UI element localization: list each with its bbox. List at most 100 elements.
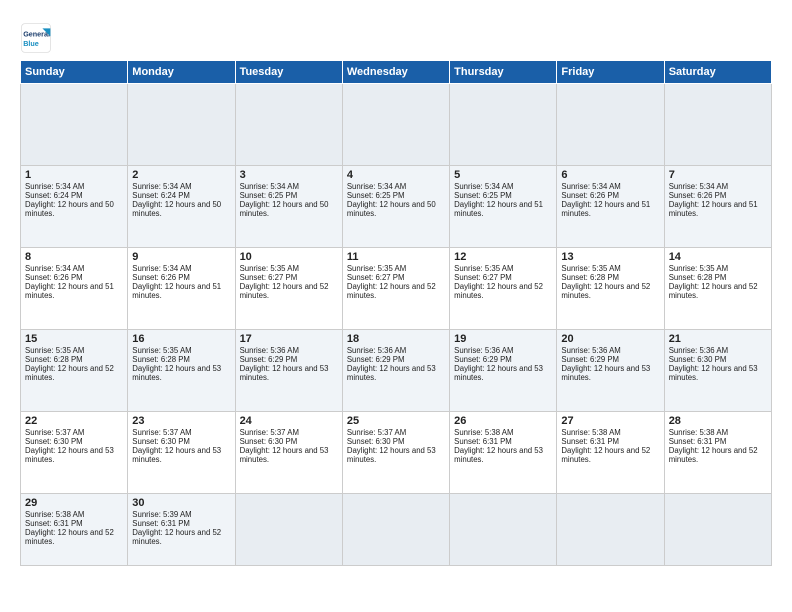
calendar-cell (235, 494, 342, 566)
sunset-text: Sunset: 6:31 PM (454, 437, 552, 446)
sunrise-text: Sunrise: 5:37 AM (347, 428, 445, 437)
sunrise-text: Sunrise: 5:36 AM (454, 346, 552, 355)
calendar-cell: 3Sunrise: 5:34 AMSunset: 6:25 PMDaylight… (235, 166, 342, 248)
sunrise-text: Sunrise: 5:35 AM (454, 264, 552, 273)
daylight-text: Daylight: 12 hours and 53 minutes. (454, 364, 552, 382)
daylight-text: Daylight: 12 hours and 53 minutes. (25, 446, 123, 464)
day-number: 17 (240, 333, 338, 345)
day-number: 21 (669, 333, 767, 345)
day-number: 19 (454, 333, 552, 345)
day-number: 23 (132, 415, 230, 427)
sunrise-text: Sunrise: 5:36 AM (240, 346, 338, 355)
calendar-cell: 22Sunrise: 5:37 AMSunset: 6:30 PMDayligh… (21, 412, 128, 494)
daylight-text: Daylight: 12 hours and 51 minutes. (669, 200, 767, 218)
calendar-cell: 1Sunrise: 5:34 AMSunset: 6:24 PMDaylight… (21, 166, 128, 248)
daylight-text: Daylight: 12 hours and 53 minutes. (347, 446, 445, 464)
daylight-text: Daylight: 12 hours and 53 minutes. (240, 446, 338, 464)
calendar-cell: 19Sunrise: 5:36 AMSunset: 6:29 PMDayligh… (450, 330, 557, 412)
daylight-text: Daylight: 12 hours and 52 minutes. (454, 282, 552, 300)
daylight-text: Daylight: 12 hours and 50 minutes. (347, 200, 445, 218)
calendar-cell (128, 84, 235, 166)
day-number: 1 (25, 169, 123, 181)
calendar-cell: 17Sunrise: 5:36 AMSunset: 6:29 PMDayligh… (235, 330, 342, 412)
day-number: 8 (25, 251, 123, 263)
sunrise-text: Sunrise: 5:35 AM (669, 264, 767, 273)
day-number: 16 (132, 333, 230, 345)
calendar-cell: 26Sunrise: 5:38 AMSunset: 6:31 PMDayligh… (450, 412, 557, 494)
calendar-cell (450, 494, 557, 566)
calendar-cell (557, 84, 664, 166)
day-number: 9 (132, 251, 230, 263)
sunset-text: Sunset: 6:26 PM (25, 273, 123, 282)
day-number: 4 (347, 169, 445, 181)
sunrise-text: Sunrise: 5:38 AM (454, 428, 552, 437)
calendar-cell (342, 494, 449, 566)
calendar-header-thursday: Thursday (450, 61, 557, 84)
daylight-text: Daylight: 12 hours and 52 minutes. (240, 282, 338, 300)
calendar-row-4: 22Sunrise: 5:37 AMSunset: 6:30 PMDayligh… (21, 412, 772, 494)
sunset-text: Sunset: 6:30 PM (132, 437, 230, 446)
daylight-text: Daylight: 12 hours and 51 minutes. (454, 200, 552, 218)
sunrise-text: Sunrise: 5:36 AM (669, 346, 767, 355)
sunrise-text: Sunrise: 5:39 AM (132, 510, 230, 519)
calendar-header-wednesday: Wednesday (342, 61, 449, 84)
sunrise-text: Sunrise: 5:34 AM (240, 182, 338, 191)
sunrise-text: Sunrise: 5:34 AM (347, 182, 445, 191)
sunrise-text: Sunrise: 5:34 AM (561, 182, 659, 191)
day-number: 25 (347, 415, 445, 427)
calendar-cell: 7Sunrise: 5:34 AMSunset: 6:26 PMDaylight… (664, 166, 771, 248)
calendar-cell: 9Sunrise: 5:34 AMSunset: 6:26 PMDaylight… (128, 248, 235, 330)
sunset-text: Sunset: 6:31 PM (132, 519, 230, 528)
page: General Blue SundayMondayTuesdayWednesda… (0, 0, 792, 612)
calendar-table: SundayMondayTuesdayWednesdayThursdayFrid… (20, 60, 772, 566)
daylight-text: Daylight: 12 hours and 50 minutes. (240, 200, 338, 218)
sunrise-text: Sunrise: 5:38 AM (25, 510, 123, 519)
calendar-cell: 16Sunrise: 5:35 AMSunset: 6:28 PMDayligh… (128, 330, 235, 412)
sunset-text: Sunset: 6:31 PM (561, 437, 659, 446)
daylight-text: Daylight: 12 hours and 53 minutes. (669, 364, 767, 382)
sunrise-text: Sunrise: 5:34 AM (132, 264, 230, 273)
calendar-cell: 14Sunrise: 5:35 AMSunset: 6:28 PMDayligh… (664, 248, 771, 330)
calendar-cell (664, 84, 771, 166)
sunset-text: Sunset: 6:28 PM (561, 273, 659, 282)
sunset-text: Sunset: 6:29 PM (347, 355, 445, 364)
daylight-text: Daylight: 12 hours and 53 minutes. (240, 364, 338, 382)
day-number: 20 (561, 333, 659, 345)
calendar-row-2: 8Sunrise: 5:34 AMSunset: 6:26 PMDaylight… (21, 248, 772, 330)
daylight-text: Daylight: 12 hours and 52 minutes. (25, 364, 123, 382)
daylight-text: Daylight: 12 hours and 53 minutes. (454, 446, 552, 464)
sunset-text: Sunset: 6:30 PM (347, 437, 445, 446)
day-number: 22 (25, 415, 123, 427)
day-number: 18 (347, 333, 445, 345)
calendar-cell (235, 84, 342, 166)
sunset-text: Sunset: 6:27 PM (454, 273, 552, 282)
calendar-header-friday: Friday (557, 61, 664, 84)
daylight-text: Daylight: 12 hours and 50 minutes. (132, 200, 230, 218)
calendar-cell: 20Sunrise: 5:36 AMSunset: 6:29 PMDayligh… (557, 330, 664, 412)
day-number: 26 (454, 415, 552, 427)
calendar-cell: 13Sunrise: 5:35 AMSunset: 6:28 PMDayligh… (557, 248, 664, 330)
sunrise-text: Sunrise: 5:35 AM (240, 264, 338, 273)
day-number: 24 (240, 415, 338, 427)
sunset-text: Sunset: 6:24 PM (132, 191, 230, 200)
daylight-text: Daylight: 12 hours and 51 minutes. (25, 282, 123, 300)
day-number: 7 (669, 169, 767, 181)
sunrise-text: Sunrise: 5:36 AM (561, 346, 659, 355)
sunrise-text: Sunrise: 5:34 AM (25, 264, 123, 273)
calendar-row-3: 15Sunrise: 5:35 AMSunset: 6:28 PMDayligh… (21, 330, 772, 412)
sunset-text: Sunset: 6:24 PM (25, 191, 123, 200)
day-number: 13 (561, 251, 659, 263)
calendar-header-row: SundayMondayTuesdayWednesdayThursdayFrid… (21, 61, 772, 84)
sunset-text: Sunset: 6:29 PM (454, 355, 552, 364)
sunrise-text: Sunrise: 5:38 AM (669, 428, 767, 437)
calendar-cell (21, 84, 128, 166)
calendar-row-1: 1Sunrise: 5:34 AMSunset: 6:24 PMDaylight… (21, 166, 772, 248)
sunset-text: Sunset: 6:28 PM (25, 355, 123, 364)
sunset-text: Sunset: 6:31 PM (669, 437, 767, 446)
sunset-text: Sunset: 6:25 PM (454, 191, 552, 200)
logo-icon: General Blue (20, 22, 52, 54)
daylight-text: Daylight: 12 hours and 53 minutes. (132, 364, 230, 382)
sunset-text: Sunset: 6:29 PM (240, 355, 338, 364)
sunset-text: Sunset: 6:26 PM (132, 273, 230, 282)
sunrise-text: Sunrise: 5:37 AM (132, 428, 230, 437)
